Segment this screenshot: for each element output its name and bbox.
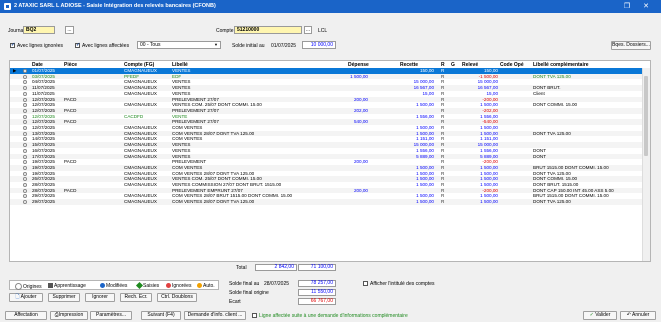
cell-lib2[interactable]: DONT TVA 125.00 — [533, 199, 643, 205]
row-status-icon — [23, 120, 27, 125]
row-status-icon — [23, 131, 27, 136]
circle-icon — [15, 283, 22, 290]
afficher-intitule-label: Afficher l'intitulé des comptes — [370, 281, 435, 287]
scrollbar-thumb[interactable] — [644, 76, 648, 156]
row-status-icon — [23, 143, 27, 148]
solde-final-label: Solde final au — [229, 281, 260, 287]
close-icon[interactable]: ✕ — [641, 2, 651, 11]
row-status-icon — [23, 80, 27, 85]
chevron-down-icon: ▼ — [214, 42, 218, 47]
legend-apprentissage: Apprentissage — [48, 283, 86, 289]
total-recette: 71 100,00 — [298, 264, 336, 271]
table-row[interactable]: 29/07/2025 CMAGNAUEUX COM VENTES 28/07 DON… — [10, 199, 644, 205]
compte-field[interactable]: 51210000 — [234, 26, 302, 34]
undo-icon: ↶ — [626, 312, 631, 318]
row-status-icon — [23, 108, 27, 113]
total-depense: 2 842,00 — [255, 264, 297, 271]
row-status-icon — [23, 177, 27, 182]
afficher-intitule-checkbox[interactable] — [363, 281, 368, 286]
demande-info-client-button[interactable]: Demande d'info. client ... — [184, 311, 246, 320]
legend-saisies: Saisies — [135, 282, 159, 290]
cell-libelle[interactable]: COM VENTES 28/07 DONT TVA 125.00 — [172, 199, 344, 205]
compte-label: Compte — [216, 28, 234, 34]
row-status-icon — [23, 97, 27, 102]
rech-ecr-button[interactable]: Rech. Ecr. — [120, 293, 152, 302]
cell-date[interactable]: 29/07/2025 — [32, 199, 68, 205]
ecart-label: Ecart — [229, 299, 241, 305]
solde-initial-date: 01/07/2025 — [271, 43, 297, 49]
title-bar: 2 ATAXIC SARL L ADIOSE - Saisie Intégrat… — [0, 0, 661, 13]
row-status-icon — [23, 86, 27, 91]
solde-origine-label: Solde final origine — [229, 290, 269, 296]
cell-r[interactable]: R — [441, 199, 447, 205]
valider-button[interactable]: ✓ Valider — [583, 311, 617, 320]
journal-lookup-button[interactable]: ... — [65, 26, 74, 34]
cell-recette[interactable]: 1 500,00 — [382, 199, 434, 205]
solde-origine-value: 11 550,00 — [298, 289, 336, 296]
row-status-icon — [23, 154, 27, 159]
cell-releve[interactable]: 1 500,00 — [456, 199, 498, 205]
row-status-icon — [23, 171, 27, 176]
bank-lines-table[interactable]: Date Pièce Compte (FG) Libellé Dépense R… — [9, 60, 651, 262]
solde-final-value: 78 257,00 — [298, 280, 336, 287]
ecart-value: 66 767,00 — [298, 298, 336, 305]
lignes-ignorees-label: Avec lignes ignorées — [17, 43, 64, 49]
window-title: 2 ATAXIC SARL L ADIOSE - Saisie Intégrat… — [14, 3, 216, 9]
ligne-affectee-label: Ligne affectée suite à une demande d'inf… — [259, 313, 408, 319]
grid-icon — [48, 283, 53, 289]
total-label: Total — [236, 265, 247, 271]
annuler-button[interactable]: ↶ Annuler — [620, 311, 656, 320]
row-status-icon — [23, 183, 27, 187]
ignorer-button[interactable]: Ignorer — [85, 293, 115, 302]
legend-origines: Origines — [15, 283, 42, 290]
solde-final-date: 28/07/2025 — [264, 281, 290, 287]
row-status-icon — [23, 194, 27, 199]
row-status-icon — [23, 160, 27, 165]
row-status-icon — [23, 103, 27, 108]
lignes-affectees-checkbox[interactable] — [75, 42, 80, 48]
compte-description: LCL — [318, 28, 328, 34]
pencil-icon — [135, 282, 144, 290]
ajouter-button[interactable]: 🗋 Ajouter — [9, 293, 43, 302]
type-select[interactable]: 00 - Tous ▼ — [137, 41, 221, 49]
parametres-button[interactable]: Paramètres... — [90, 311, 132, 320]
suivant-button[interactable]: Suivant (F4) — [141, 311, 181, 320]
cell-compte[interactable]: CMAGNAUEUX — [124, 199, 170, 205]
journal-field[interactable]: BQ2 — [23, 26, 55, 34]
vertical-scrollbar[interactable] — [642, 68, 650, 261]
legend-auto: Auto. — [197, 283, 215, 289]
lignes-affectees-label: Avec lignes affectées — [82, 43, 130, 49]
supprimer-button[interactable]: Supprimer — [48, 293, 80, 302]
row-status-icon — [23, 74, 27, 79]
compte-lookup-button[interactable]: ... — [304, 26, 312, 34]
row-status-icon — [23, 137, 27, 142]
row-status-icon — [23, 148, 27, 153]
modified-icon — [100, 283, 105, 289]
affectation-button[interactable]: Affectation — [5, 311, 47, 320]
legend-modifiees: Modifiées — [100, 283, 127, 289]
impression-button[interactable]: ⎙Impression — [50, 311, 88, 320]
row-status-icon — [23, 69, 27, 73]
lignes-ignorees-checkbox[interactable] — [10, 42, 15, 48]
row-status-icon — [23, 200, 27, 205]
auto-icon — [197, 283, 202, 289]
legend-ignorees: Ignorées — [166, 283, 191, 289]
bqes-dossiers-button[interactable]: Bqes. Dossiers... — [611, 41, 651, 50]
type-select-value: 00 - Tous — [140, 42, 161, 48]
check-icon: ✓ — [589, 312, 594, 318]
solde-initial-field[interactable]: 10 000,00 — [302, 41, 336, 49]
journal-label: Journal — [8, 28, 25, 34]
app-icon — [4, 3, 11, 10]
row-status-icon — [23, 91, 27, 96]
row-status-icon — [23, 188, 27, 193]
row-status-icon — [23, 165, 27, 170]
ligne-affectee-checkbox[interactable] — [252, 313, 257, 318]
status-legend: Origines Apprentissage Modifiées Saisies… — [9, 280, 219, 290]
ignored-icon — [166, 283, 171, 289]
row-status-icon — [23, 114, 27, 119]
ctrl-doublons-button[interactable]: Ctrl. Doublons — [157, 293, 197, 302]
restore-icon[interactable]: ❐ — [622, 2, 632, 11]
row-status-icon — [23, 126, 27, 130]
solde-initial-label: Solde initial au — [232, 43, 265, 49]
